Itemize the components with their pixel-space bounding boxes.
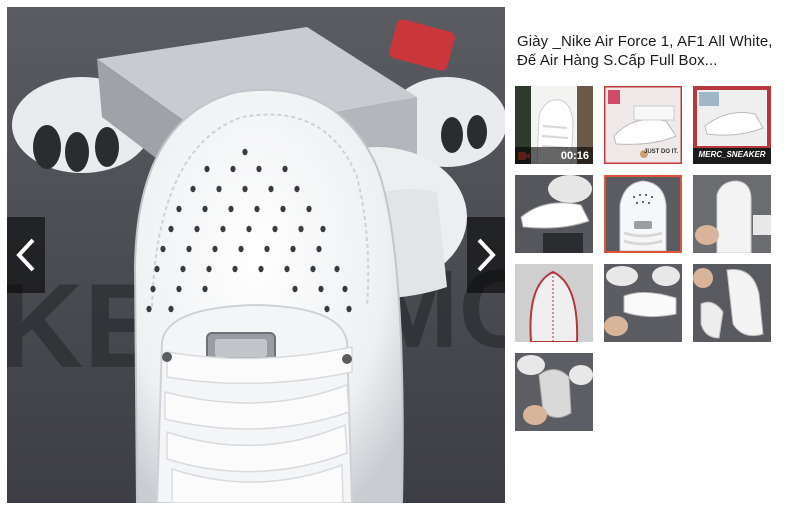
perforation-hole: [230, 165, 236, 173]
perforation-hole: [176, 285, 182, 293]
perforation-hole: [154, 265, 160, 273]
perforation-hole: [220, 225, 226, 233]
perforation-hole: [204, 165, 210, 173]
perforation-hole: [318, 285, 324, 293]
perforation-hole: [264, 245, 270, 253]
perforation-hole: [324, 305, 330, 313]
perforation-hole: [232, 265, 238, 273]
perforation-hole: [160, 245, 166, 253]
thumbnail-image: [604, 264, 682, 342]
perforation-hole: [168, 225, 174, 233]
perforation-hole: [242, 148, 248, 156]
thumbnail-image: [606, 177, 680, 251]
previous-image-button[interactable]: [7, 217, 45, 293]
thumbnail-item[interactable]: [515, 264, 593, 342]
perforation-hole: [168, 305, 174, 313]
product-image-viewer[interactable]: KE MC: [7, 7, 505, 503]
perforation-hole: [290, 245, 296, 253]
thumbnail-item[interactable]: JUST DO IT.: [604, 86, 682, 164]
perforation-hole: [320, 225, 326, 233]
perforation-hole: [282, 165, 288, 173]
perforation-hole: [216, 185, 222, 193]
thumbnail-image: [693, 175, 771, 253]
perforation-hole: [342, 285, 348, 293]
thumbnail-grid: 00:16 JUST DO IT. MERC_SNEAKER: [515, 86, 785, 431]
perforation-hole: [202, 205, 208, 213]
thumbnail-item-selected[interactable]: [604, 175, 682, 253]
perforation-hole: [272, 225, 278, 233]
perforation-hole: [194, 225, 200, 233]
thumbnail-item[interactable]: [515, 175, 593, 253]
perforation-hole: [310, 265, 316, 273]
thumbnail-item[interactable]: [604, 264, 682, 342]
perforation-hole: [254, 205, 260, 213]
chevron-left-icon: [16, 238, 35, 272]
thumbnail-image: [515, 175, 593, 253]
thumbnail-item[interactable]: MERC_SNEAKER: [693, 86, 771, 164]
thumbnail-video[interactable]: 00:16: [515, 86, 593, 164]
perforation-hole: [176, 205, 182, 213]
perforation-hole: [280, 205, 286, 213]
perforation-hole: [256, 165, 262, 173]
perforation-hole: [346, 305, 352, 313]
perforation-hole: [202, 285, 208, 293]
perforation-hole: [150, 285, 156, 293]
product-title: Giày _Nike Air Force 1, AF1 All White, Đ…: [517, 33, 773, 69]
perforation-hole: [284, 265, 290, 273]
thumbnail-item[interactable]: [515, 353, 593, 431]
perforation-hole: [228, 205, 234, 213]
thumbnail-caption: JUST DO IT.: [644, 149, 679, 155]
thumbnail-caption: MERC_SNEAKER: [698, 150, 766, 159]
perforation-hole: [298, 225, 304, 233]
perforation-hole: [292, 285, 298, 293]
perforation-hole: [306, 205, 312, 213]
perforation-hole: [238, 245, 244, 253]
perforation-hole: [186, 245, 192, 253]
thumbnail-image: [693, 264, 771, 342]
perforation-hole: [316, 245, 322, 253]
video-duration: 00:16: [515, 147, 593, 164]
perforation-hole: [334, 265, 340, 273]
perforation-hole: [268, 185, 274, 193]
perforation-hole: [180, 265, 186, 273]
thumbnail-item[interactable]: [693, 175, 771, 253]
perforation-hole: [242, 185, 248, 193]
perforation-hole: [146, 305, 152, 313]
perforation-hole: [190, 185, 196, 193]
perforation-hole: [212, 245, 218, 253]
perforation-hole: [246, 225, 252, 233]
thumbnail-image: [515, 264, 593, 342]
thumbnail-item[interactable]: [693, 264, 771, 342]
perforation-hole: [206, 265, 212, 273]
thumbnail-image: [515, 353, 593, 431]
chevron-right-icon: [477, 238, 496, 272]
next-image-button[interactable]: [467, 217, 505, 293]
perforation-hole: [258, 265, 264, 273]
perforation-hole: [294, 185, 300, 193]
product-main-image: KE MC: [7, 7, 505, 503]
